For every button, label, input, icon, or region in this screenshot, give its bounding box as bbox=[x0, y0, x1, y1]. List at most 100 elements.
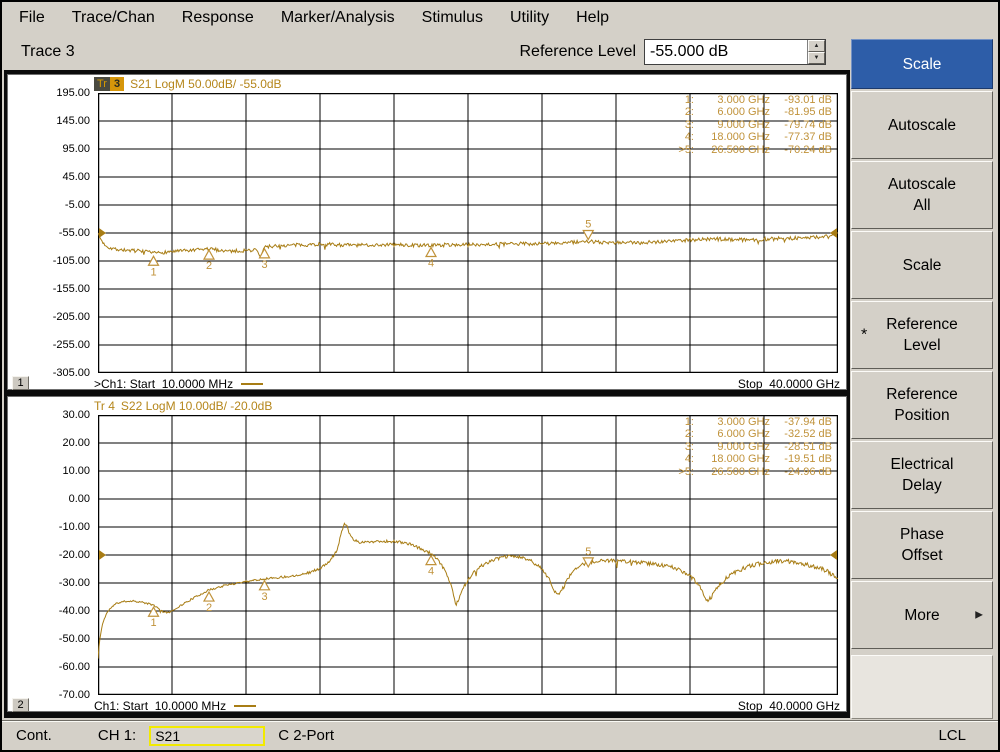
measurement-status-box[interactable]: S21 bbox=[149, 726, 265, 746]
plot-canvas-wrap: 12345 1:3.000 GHz-37.94 dB2:6.000 GHz-32… bbox=[98, 415, 838, 695]
softkey-sidebar: Scale Autoscale Autoscale All Scale * Re… bbox=[848, 38, 996, 720]
marker-number: 3 bbox=[261, 259, 267, 271]
reference-level-input[interactable] bbox=[645, 40, 807, 64]
button-label: Reference bbox=[886, 314, 958, 335]
marker-readout-cell: -19.51 dB bbox=[770, 453, 832, 465]
channel-start-label: >Ch1: Start 10.0000 MHz bbox=[94, 377, 233, 391]
marker-symbol[interactable] bbox=[260, 581, 270, 590]
autoscale-all-button[interactable]: Autoscale All bbox=[851, 161, 993, 229]
y-tick-label: -60.00 bbox=[59, 661, 90, 673]
marker-readout-row: 3:9.000 GHz-28.51 dB bbox=[672, 441, 832, 453]
marker-readout-cell: 26.500 GHz bbox=[694, 144, 770, 156]
marker-number: 4 bbox=[428, 258, 434, 270]
ref-level-arrow-left bbox=[99, 228, 106, 238]
marker-readout-cell: -79.74 dB bbox=[770, 119, 832, 131]
button-label: All bbox=[913, 195, 930, 216]
plot-area: 195.00145.0095.0045.00-5.00-55.00-105.00… bbox=[8, 93, 846, 373]
button-label: Autoscale bbox=[888, 115, 956, 136]
marker-symbol[interactable] bbox=[260, 249, 270, 258]
trace-color-dash bbox=[234, 705, 256, 707]
marker-readout-table: 1:3.000 GHz-37.94 dB2:6.000 GHz-32.52 dB… bbox=[672, 416, 832, 478]
button-label: Electrical bbox=[891, 454, 954, 475]
menu-utility[interactable]: Utility bbox=[510, 9, 549, 27]
marker-readout-cell: 1: bbox=[672, 416, 694, 428]
marker-readout-cell: -24.96 dB bbox=[770, 466, 832, 478]
scale-button[interactable]: Scale bbox=[851, 231, 993, 299]
button-label: Scale bbox=[903, 255, 942, 276]
trace-badge-plain[interactable]: Tr 4 bbox=[94, 399, 115, 413]
sweep-mode-status: Cont. bbox=[16, 727, 52, 744]
submenu-arrow-icon: ▶ bbox=[975, 605, 983, 626]
marker-number: 4 bbox=[428, 566, 434, 578]
phase-offset-button[interactable]: Phase Offset bbox=[851, 511, 993, 579]
y-tick-label: -50.00 bbox=[59, 633, 90, 645]
marker-readout-table: 1:3.000 GHz-93.01 dB2:6.000 GHz-81.95 dB… bbox=[672, 94, 832, 156]
channel-footer: 1 >Ch1: Start 10.0000 MHz Stop 40.0000 G… bbox=[8, 376, 846, 391]
marker-readout-row: 4:18.000 GHz-19.51 dB bbox=[672, 453, 832, 465]
marker-readout-cell: 2: bbox=[672, 106, 694, 118]
button-label: Reference bbox=[886, 384, 958, 405]
marker-readout-cell: 3: bbox=[672, 441, 694, 453]
marker-readout-cell: -37.94 dB bbox=[770, 416, 832, 428]
y-tick-label: -105.00 bbox=[53, 255, 90, 267]
channel-stop-label: Stop 40.0000 GHz bbox=[738, 699, 840, 713]
menu-file[interactable]: File bbox=[19, 9, 45, 27]
marker-symbol[interactable] bbox=[426, 556, 436, 565]
marker-readout-cell: 2: bbox=[672, 428, 694, 440]
reference-position-button[interactable]: Reference Position bbox=[851, 371, 993, 439]
reference-level-entry: ▲ ▼ bbox=[644, 39, 826, 65]
marker-readout-row: >5:26.500 GHz-24.96 dB bbox=[672, 466, 832, 478]
more-button[interactable]: More ▶ bbox=[851, 581, 993, 649]
marker-readout-cell: 4: bbox=[672, 131, 694, 143]
autoscale-button[interactable]: Autoscale bbox=[851, 91, 993, 159]
marker-symbol[interactable] bbox=[583, 231, 593, 240]
menu-trace-chan[interactable]: Trace/Chan bbox=[72, 9, 155, 27]
y-tick-label: -5.00 bbox=[65, 199, 90, 211]
marker-symbol[interactable] bbox=[149, 607, 159, 616]
spinner-up-icon[interactable]: ▲ bbox=[808, 40, 825, 52]
y-tick-label: 195.00 bbox=[56, 87, 90, 99]
y-tick-label: 145.00 bbox=[56, 115, 90, 127]
y-tick-label: -20.00 bbox=[59, 549, 90, 561]
menu-help[interactable]: Help bbox=[576, 9, 609, 27]
y-tick-label: -40.00 bbox=[59, 605, 90, 617]
marker-readout-row: 1:3.000 GHz-93.01 dB bbox=[672, 94, 832, 106]
marker-readout-cell: 3: bbox=[672, 119, 694, 131]
menu-bar: File Trace/Chan Response Marker/Analysis… bbox=[2, 2, 998, 34]
menu-response[interactable]: Response bbox=[182, 9, 254, 27]
plot-area: 30.0020.0010.000.00-10.00-20.00-30.00-40… bbox=[8, 415, 846, 695]
trace-title: S21 LogM 50.00dB/ -55.0dB bbox=[130, 77, 281, 91]
spinner-down-icon[interactable]: ▼ bbox=[808, 52, 825, 64]
marker-readout-cell: -28.51 dB bbox=[770, 441, 832, 453]
menu-marker-analysis[interactable]: Marker/Analysis bbox=[281, 9, 395, 27]
trace-badge-tr[interactable]: Tr bbox=[94, 77, 110, 91]
ref-level-arrow-right bbox=[830, 228, 837, 238]
marker-number: 2 bbox=[206, 260, 212, 272]
button-label: Offset bbox=[901, 545, 942, 566]
marker-symbol[interactable] bbox=[426, 248, 436, 257]
trace-badge-number[interactable]: 3 bbox=[110, 77, 124, 91]
marker-readout-cell: 1: bbox=[672, 94, 694, 106]
softkey-menu-title[interactable]: Scale bbox=[851, 39, 993, 89]
y-tick-label: 20.00 bbox=[62, 437, 90, 449]
marker-symbol[interactable] bbox=[204, 592, 214, 601]
y-tick-label: -30.00 bbox=[59, 577, 90, 589]
button-label: Position bbox=[894, 405, 949, 426]
y-tick-label: 45.00 bbox=[62, 171, 90, 183]
y-tick-label: 0.00 bbox=[69, 493, 90, 505]
menu-stimulus[interactable]: Stimulus bbox=[422, 9, 483, 27]
window-number-badge: 2 bbox=[12, 698, 29, 712]
y-tick-label: 95.00 bbox=[62, 143, 90, 155]
marker-symbol[interactable] bbox=[204, 250, 214, 259]
channel-status-label: CH 1: bbox=[98, 727, 136, 744]
trace-color-dash bbox=[241, 383, 263, 385]
marker-number: 3 bbox=[261, 591, 267, 603]
marker-readout-row: >5:26.500 GHz-70.24 dB bbox=[672, 144, 832, 156]
active-function-indicator-icon: * bbox=[861, 325, 867, 346]
vna-application-window: File Trace/Chan Response Marker/Analysis… bbox=[0, 0, 1000, 752]
marker-readout-cell: 18.000 GHz bbox=[694, 131, 770, 143]
reference-level-button[interactable]: * Reference Level bbox=[851, 301, 993, 369]
marker-readout-cell: 4: bbox=[672, 453, 694, 465]
electrical-delay-button[interactable]: Electrical Delay bbox=[851, 441, 993, 509]
marker-readout-cell: 18.000 GHz bbox=[694, 453, 770, 465]
